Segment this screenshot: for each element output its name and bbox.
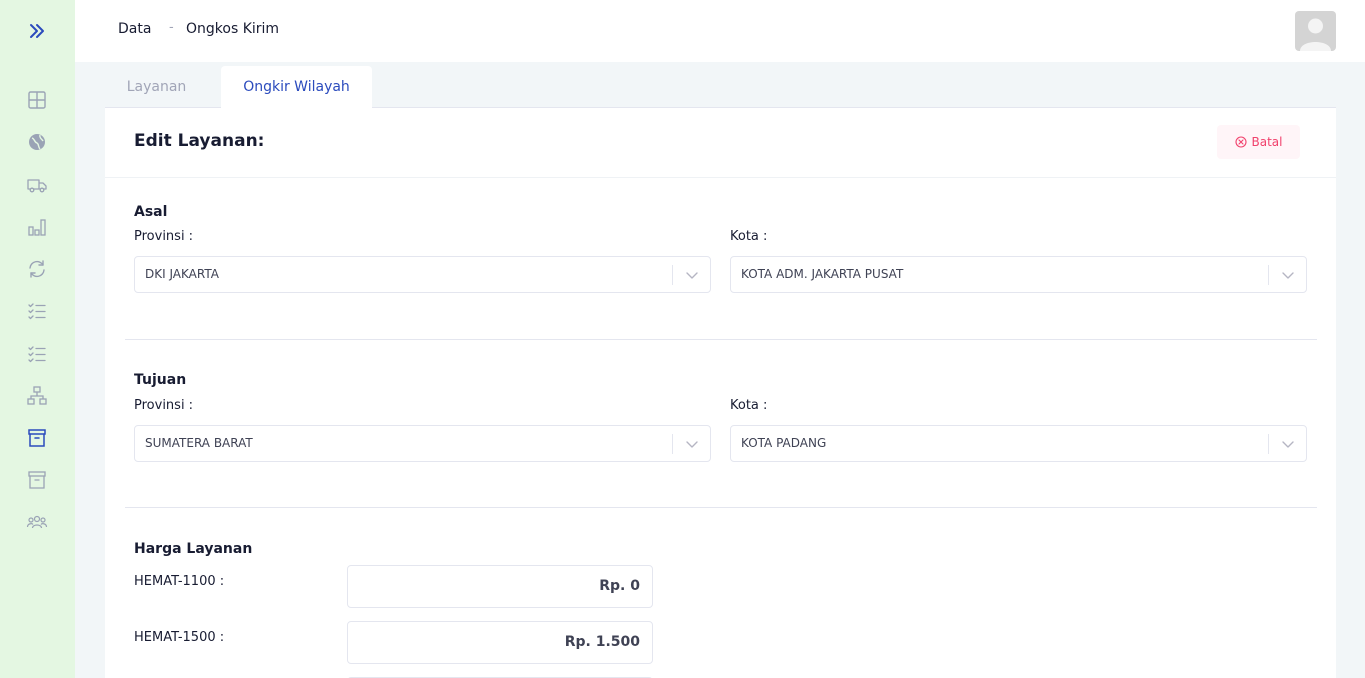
asal-provinsi-value: DKI JAKARTA: [145, 267, 219, 281]
sidebar-item-dashboard[interactable]: [24, 88, 50, 112]
bar-chart-icon: [28, 219, 46, 236]
asal-kota-value: KOTA ADM. JAKARTA PUSAT: [741, 267, 904, 281]
truck-icon: [27, 179, 47, 193]
tujuan-provinsi-value: SUMATERA BARAT: [145, 436, 253, 450]
sidebar-item-struktur[interactable]: [24, 384, 50, 408]
archive-icon: [28, 429, 46, 447]
price-value: Rp. 0: [599, 578, 640, 594]
avatar[interactable]: [1295, 11, 1336, 51]
section-harga-title: Harga Layanan: [134, 541, 253, 557]
cancel-button[interactable]: Batal: [1217, 125, 1300, 159]
tab-layanan[interactable]: Layanan: [105, 66, 208, 108]
hierarchy-icon: [27, 386, 47, 405]
sidebar-item-checklist-2[interactable]: [24, 342, 50, 366]
checklist-icon: [28, 346, 46, 363]
sidebar-item-wilayah[interactable]: [24, 130, 50, 154]
breadcrumb-root[interactable]: Data: [118, 21, 151, 37]
globe-icon: [29, 134, 45, 150]
sidebar-item-laporan[interactable]: [24, 215, 50, 239]
sidebar-item-checklist-1[interactable]: [24, 299, 50, 323]
select-divider: [672, 434, 673, 454]
tujuan-kota-label: Kota :: [730, 398, 768, 413]
close-circle-icon: [1234, 136, 1247, 148]
chevron-down-icon: [686, 272, 698, 279]
tab-bar: Layanan Ongkir Wilayah: [105, 62, 1336, 108]
checklist-icon: [28, 303, 46, 320]
price-value: Rp. 1.500: [564, 634, 640, 650]
price-label-hemat-1500: HEMAT-1500 :: [134, 630, 225, 645]
tujuan-provinsi-select[interactable]: SUMATERA BARAT: [134, 425, 711, 462]
select-divider: [672, 265, 673, 285]
breadcrumb-current: Ongkos Kirim: [186, 21, 280, 37]
section-tujuan-title: Tujuan: [134, 372, 187, 388]
expand-sidebar-icon[interactable]: [25, 20, 49, 42]
card-header: Edit Layanan: Batal: [105, 108, 1336, 178]
archive-icon: [28, 471, 46, 489]
sidebar-item-pengguna[interactable]: [24, 510, 50, 534]
sidebar-item-arsip-active[interactable]: [24, 426, 50, 450]
sidebar-item-sinkronisasi[interactable]: [24, 257, 50, 281]
price-input-hemat-1100[interactable]: Rp. 0: [347, 565, 653, 608]
chevron-down-icon: [1282, 441, 1294, 448]
sidebar-item-pengiriman[interactable]: [24, 173, 50, 197]
breadcrumb-separator: -: [169, 20, 174, 35]
tujuan-kota-select[interactable]: KOTA PADANG: [730, 425, 1307, 462]
grid-icon: [28, 91, 46, 109]
divider: [125, 507, 1317, 508]
select-divider: [1268, 434, 1269, 454]
asal-kota-label: Kota :: [730, 229, 768, 244]
sidebar-item-arsip[interactable]: [24, 468, 50, 492]
sidebar: [0, 0, 75, 678]
tujuan-kota-value: KOTA PADANG: [741, 436, 827, 450]
section-asal-title: Asal: [134, 204, 168, 220]
select-divider: [1268, 265, 1269, 285]
card-title: Edit Layanan:: [134, 131, 265, 151]
refresh-icon: [29, 260, 45, 278]
chevron-down-icon: [686, 441, 698, 448]
edit-layanan-card: Edit Layanan: Batal Asal Provinsi : DKI …: [105, 108, 1336, 678]
top-header: Data - Ongkos Kirim: [75, 0, 1365, 62]
tab-ongkir-wilayah[interactable]: Ongkir Wilayah: [221, 66, 372, 108]
chevron-down-icon: [1282, 272, 1294, 279]
users-icon: [26, 515, 48, 529]
price-input-hemat-1500[interactable]: Rp. 1.500: [347, 621, 653, 664]
asal-provinsi-label: Provinsi :: [134, 229, 194, 244]
asal-provinsi-select[interactable]: DKI JAKARTA: [134, 256, 711, 293]
price-label-hemat-1100: HEMAT-1100 :: [134, 574, 225, 589]
asal-kota-select[interactable]: KOTA ADM. JAKARTA PUSAT: [730, 256, 1307, 293]
tujuan-provinsi-label: Provinsi :: [134, 398, 194, 413]
cancel-button-label: Batal: [1251, 135, 1283, 149]
divider: [125, 339, 1317, 340]
